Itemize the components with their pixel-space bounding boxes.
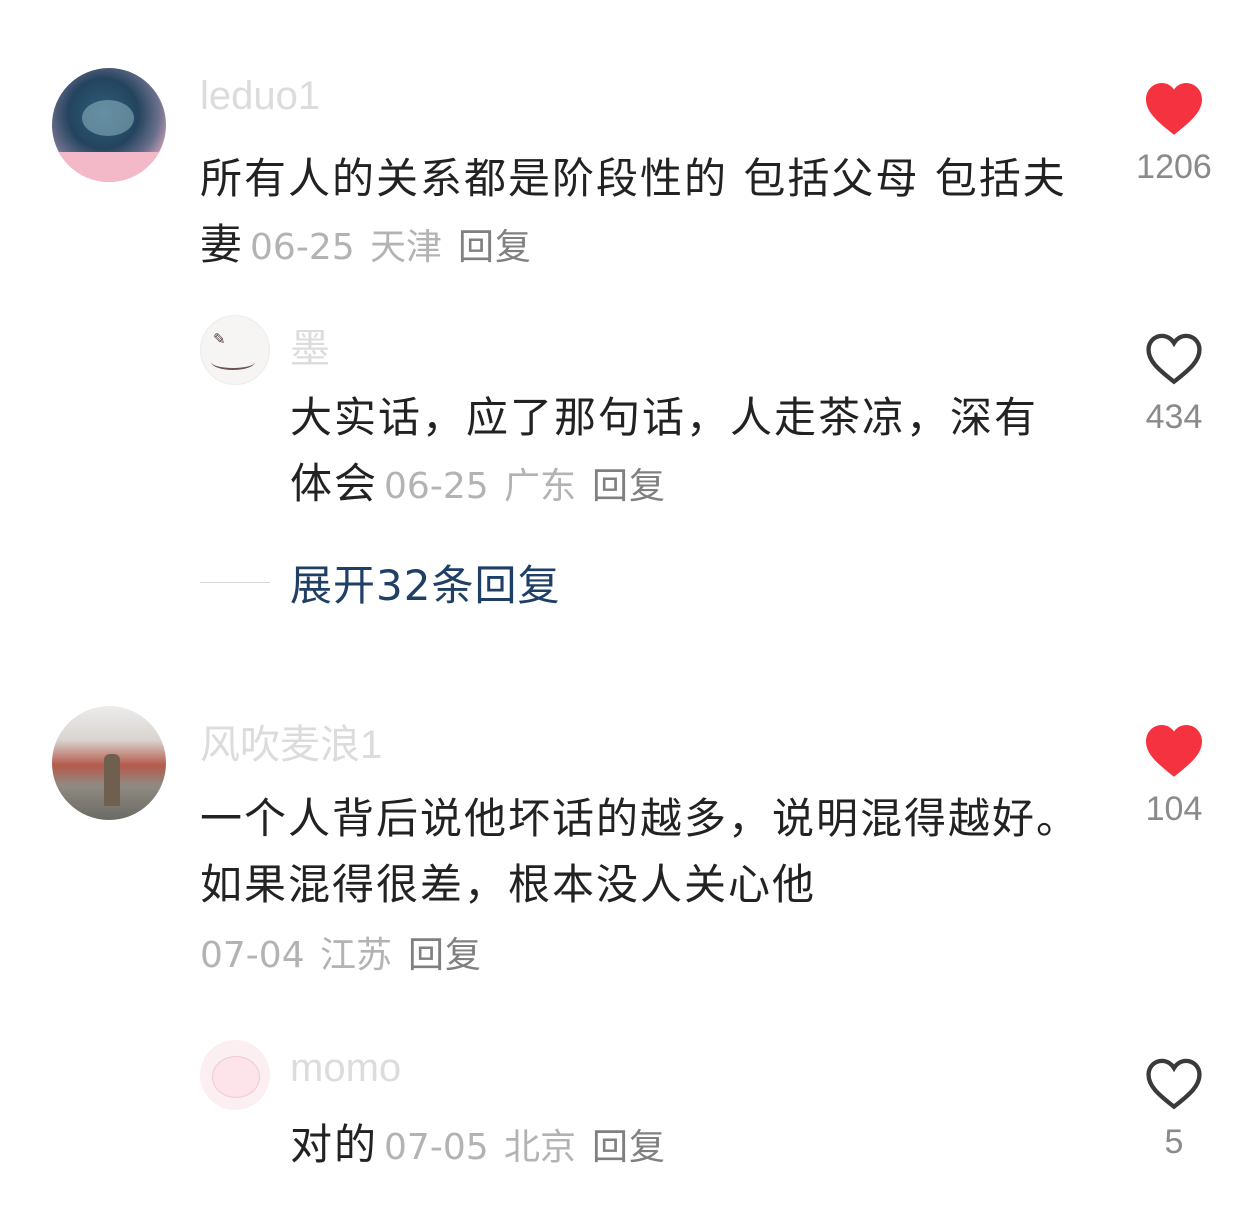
comment-location: 江苏 (319, 935, 392, 976)
reply-date: 06-25 (384, 466, 489, 507)
heart-filled-icon (1146, 83, 1202, 135)
reply-button[interactable]: 回复 (592, 466, 666, 507)
comment-location: 天津 (369, 227, 442, 268)
like-count: 1206 (1136, 148, 1212, 186)
reply-location: 北京 (503, 1127, 576, 1168)
reply-body[interactable]: 对的 07-05 北京 回复 (290, 1112, 1080, 1181)
avatar-pig-icon (212, 1056, 260, 1098)
avatar-galaxy-icon (82, 100, 134, 136)
heart-outline-icon (1146, 333, 1202, 385)
comment-date: 06-25 (250, 227, 355, 268)
comment-body[interactable]: 一个人背后说他坏话的越多，说明混得越好。如果混得很差，根本没人关心他 07-04… (200, 786, 1080, 989)
replier-username[interactable]: 墨 (290, 316, 330, 374)
like-button[interactable]: 434 (1124, 330, 1224, 437)
reply-date: 07-05 (384, 1127, 489, 1168)
replier-avatar[interactable] (200, 1040, 270, 1110)
reply-text: 对的 (290, 1120, 379, 1169)
replier-avatar[interactable]: ✎ (200, 315, 270, 385)
like-count: 5 (1164, 1123, 1184, 1161)
commenter-username[interactable]: 风吹麦浪1 (200, 712, 382, 770)
reply-location: 广东 (503, 466, 576, 507)
like-count: 434 (1145, 398, 1203, 436)
reply-button[interactable]: 回复 (458, 227, 532, 268)
like-count: 104 (1145, 790, 1203, 828)
expand-divider (200, 582, 270, 583)
commenter-username[interactable]: leduo1 (200, 74, 320, 119)
reply-body[interactable]: 大实话，应了那句话，人走茶凉，深有体会 06-25 广东 回复 (290, 385, 1080, 520)
commenter-avatar[interactable] (52, 68, 166, 182)
like-button[interactable]: 1206 (1124, 80, 1224, 187)
replier-username[interactable]: momo (290, 1046, 401, 1091)
like-button[interactable]: 5 (1124, 1055, 1224, 1162)
avatar-photo-icon (104, 754, 120, 806)
heart-outline-icon (1146, 1058, 1202, 1110)
comment-date: 07-04 (200, 935, 305, 976)
avatar-ink-cup-icon: ✎ (213, 330, 226, 348)
like-button[interactable]: 104 (1124, 722, 1224, 829)
comment-text: 一个人背后说他坏话的越多，说明混得越好。如果混得很差，根本没人关心他 (200, 794, 1081, 909)
heart-filled-icon (1146, 725, 1202, 777)
reply-button[interactable]: 回复 (408, 935, 482, 976)
comment-body[interactable]: 所有人的关系都是阶段性的 包括父母 包括夫妻 06-25 天津 回复 (200, 146, 1080, 281)
reply-button[interactable]: 回复 (592, 1127, 666, 1168)
commenter-avatar[interactable] (52, 706, 166, 820)
expand-replies-button[interactable]: 展开32条回复 (290, 552, 560, 613)
